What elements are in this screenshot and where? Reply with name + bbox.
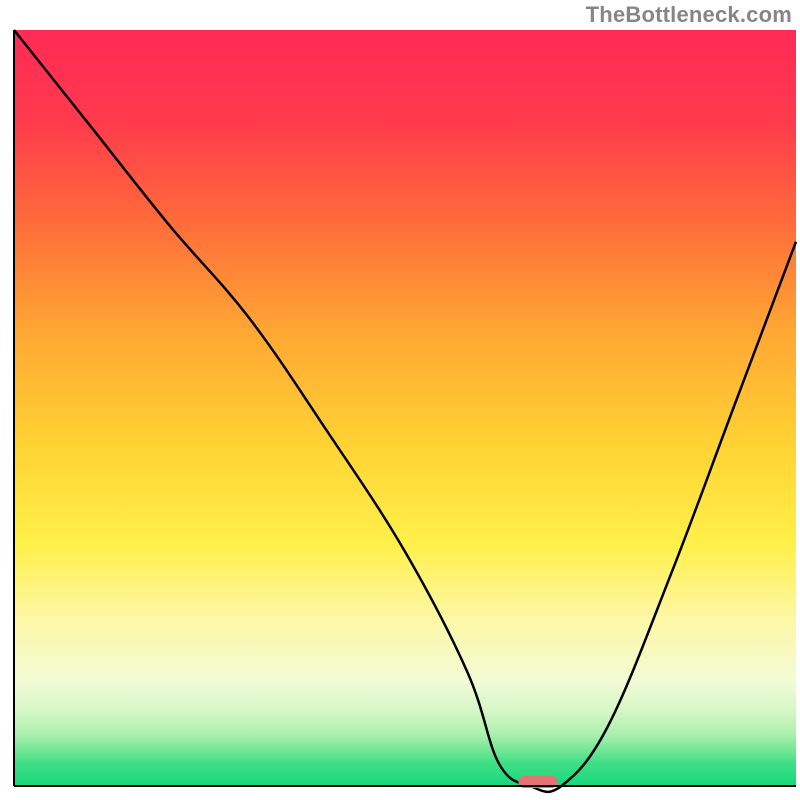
chart-container: TheBottleneck.com [0, 0, 800, 800]
plot-area [14, 30, 796, 792]
watermark-text: TheBottleneck.com [586, 2, 792, 28]
gradient-background [14, 30, 796, 786]
bottleneck-chart [0, 0, 800, 800]
